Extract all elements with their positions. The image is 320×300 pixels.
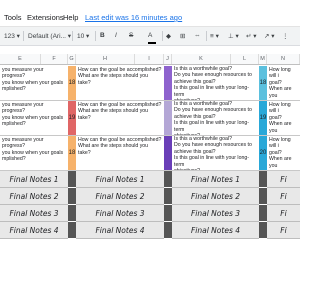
menu-bar: Tools Extensions Help Last edit was 16 m… — [0, 0, 300, 22]
more-icon[interactable]: ⋮ — [282, 32, 289, 40]
toolbar: 123 ▾ Default (Ari... ▾ 10 ▾ B I S A ◆ ⊞… — [0, 26, 300, 46]
progress-question-cell[interactable]: you measure your progress? you know when… — [0, 101, 68, 136]
divider-block — [164, 171, 172, 187]
final-notes-cell[interactable]: Final Notes 1 — [172, 171, 259, 188]
final-notes-cell[interactable]: Final Notes 2 — [0, 188, 68, 205]
menu-tools[interactable]: Tools — [4, 13, 22, 22]
row-number-badge[interactable]: 20 — [259, 136, 267, 171]
text-rotate-icon[interactable]: ↗ ▾ — [264, 32, 275, 40]
row-number-badge[interactable]: 18 — [68, 136, 76, 171]
final-notes-cell[interactable]: Fi — [267, 205, 300, 222]
text-wrap-icon[interactable]: ↵ ▾ — [246, 32, 257, 40]
divider-block — [164, 222, 172, 238]
column-header-h[interactable]: H — [76, 54, 135, 64]
column-header-n[interactable]: N — [267, 54, 300, 64]
row-number-badge[interactable]: 19 — [259, 101, 267, 136]
strikethrough-button[interactable]: S — [129, 32, 133, 39]
worthwhile-question-cell[interactable]: Is this a worthwhile goal? Do you have e… — [172, 136, 259, 171]
accomplish-question-cell[interactable]: How can the goal be accomplished? What a… — [76, 66, 164, 101]
merge-cells-icon[interactable]: ⇔ — [194, 32, 201, 39]
timeline-question-cell[interactable]: How long will i goal? When are you — [267, 101, 300, 136]
row-number-badge[interactable]: 18 — [68, 66, 76, 101]
divider-block — [259, 205, 267, 221]
column-divider — [164, 136, 172, 171]
divider-block — [259, 188, 267, 204]
final-notes-cell[interactable]: Final Notes 3 — [76, 205, 164, 222]
accomplish-question-cell[interactable]: How can the goal be accomplished? What a… — [76, 136, 164, 171]
column-header-l[interactable]: L — [231, 54, 259, 64]
timeline-question-cell[interactable]: How long will i goal? When are you — [267, 136, 300, 171]
row-number-badge[interactable]: 19 — [68, 101, 76, 136]
zoom-select[interactable]: 123 ▾ — [4, 32, 20, 40]
bold-button[interactable]: B — [100, 32, 105, 39]
vertical-align-icon[interactable]: ⊥ ▾ — [228, 32, 239, 40]
column-header-g[interactable]: G — [68, 54, 76, 64]
text-color-button[interactable]: A — [148, 32, 152, 39]
column-header-e[interactable]: E — [0, 54, 41, 64]
final-notes-cell[interactable]: Final Notes 2 — [76, 188, 164, 205]
column-divider — [164, 66, 172, 101]
divider-block — [164, 188, 172, 204]
column-divider — [164, 101, 172, 136]
final-notes-cell[interactable]: Fi — [267, 222, 300, 239]
final-notes-cell[interactable]: Final Notes 1 — [0, 171, 68, 188]
divider-block — [259, 222, 267, 238]
horizontal-align-icon[interactable]: ≡ ▾ — [210, 32, 219, 40]
column-headers: E F G H I J K L M N — [0, 54, 300, 65]
column-header-j[interactable]: J — [164, 54, 172, 64]
column-header-m[interactable]: M — [259, 54, 267, 64]
menu-extensions[interactable]: Extensions — [27, 13, 64, 22]
final-notes-cell[interactable]: Final Notes 3 — [0, 205, 68, 222]
final-notes-cell[interactable]: Final Notes 4 — [172, 222, 259, 239]
final-notes-cell[interactable]: Final Notes 3 — [172, 205, 259, 222]
worthwhile-question-cell[interactable]: Is this a worthwhile goal? Do you have e… — [172, 101, 259, 136]
progress-question-cell[interactable]: you measure your progress? you know when… — [0, 66, 68, 101]
text-color-swatch — [148, 42, 156, 44]
column-header-f[interactable]: F — [41, 54, 68, 64]
divider-block — [68, 171, 76, 187]
timeline-question-cell[interactable]: How long will i goal? When are you — [267, 66, 300, 101]
divider-block — [68, 222, 76, 238]
row-number-badge[interactable]: 18 — [259, 66, 267, 101]
fill-color-icon[interactable]: ◆ — [166, 32, 171, 40]
italic-button[interactable]: I — [115, 32, 117, 39]
column-header-k[interactable]: K — [172, 54, 231, 64]
divider-block — [259, 171, 267, 187]
final-notes-cell[interactable]: Final Notes 4 — [0, 222, 68, 239]
final-notes-cell[interactable]: Fi — [267, 171, 300, 188]
font-select[interactable]: Default (Ari... ▾ — [28, 32, 71, 40]
progress-question-cell[interactable]: you measure your progress? you know when… — [0, 136, 68, 171]
accomplish-question-cell[interactable]: How can the goal be accomplished? What a… — [76, 101, 164, 136]
final-notes-cell[interactable]: Final Notes 1 — [76, 171, 164, 188]
column-header-i[interactable]: I — [135, 54, 164, 64]
menu-help[interactable]: Help — [63, 13, 78, 22]
borders-icon[interactable]: ⊞ — [180, 32, 185, 40]
divider-block — [68, 188, 76, 204]
font-size-select[interactable]: 10 ▾ — [77, 32, 89, 40]
divider-block — [164, 205, 172, 221]
divider-block — [68, 205, 76, 221]
final-notes-cell[interactable]: Final Notes 2 — [172, 188, 259, 205]
final-notes-cell[interactable]: Final Notes 4 — [76, 222, 164, 239]
worthwhile-question-cell[interactable]: Is this a worthwhile goal? Do you have e… — [172, 66, 259, 101]
final-notes-cell[interactable]: Fi — [267, 188, 300, 205]
last-edit-link[interactable]: Last edit was 16 minutes ago — [85, 13, 182, 22]
